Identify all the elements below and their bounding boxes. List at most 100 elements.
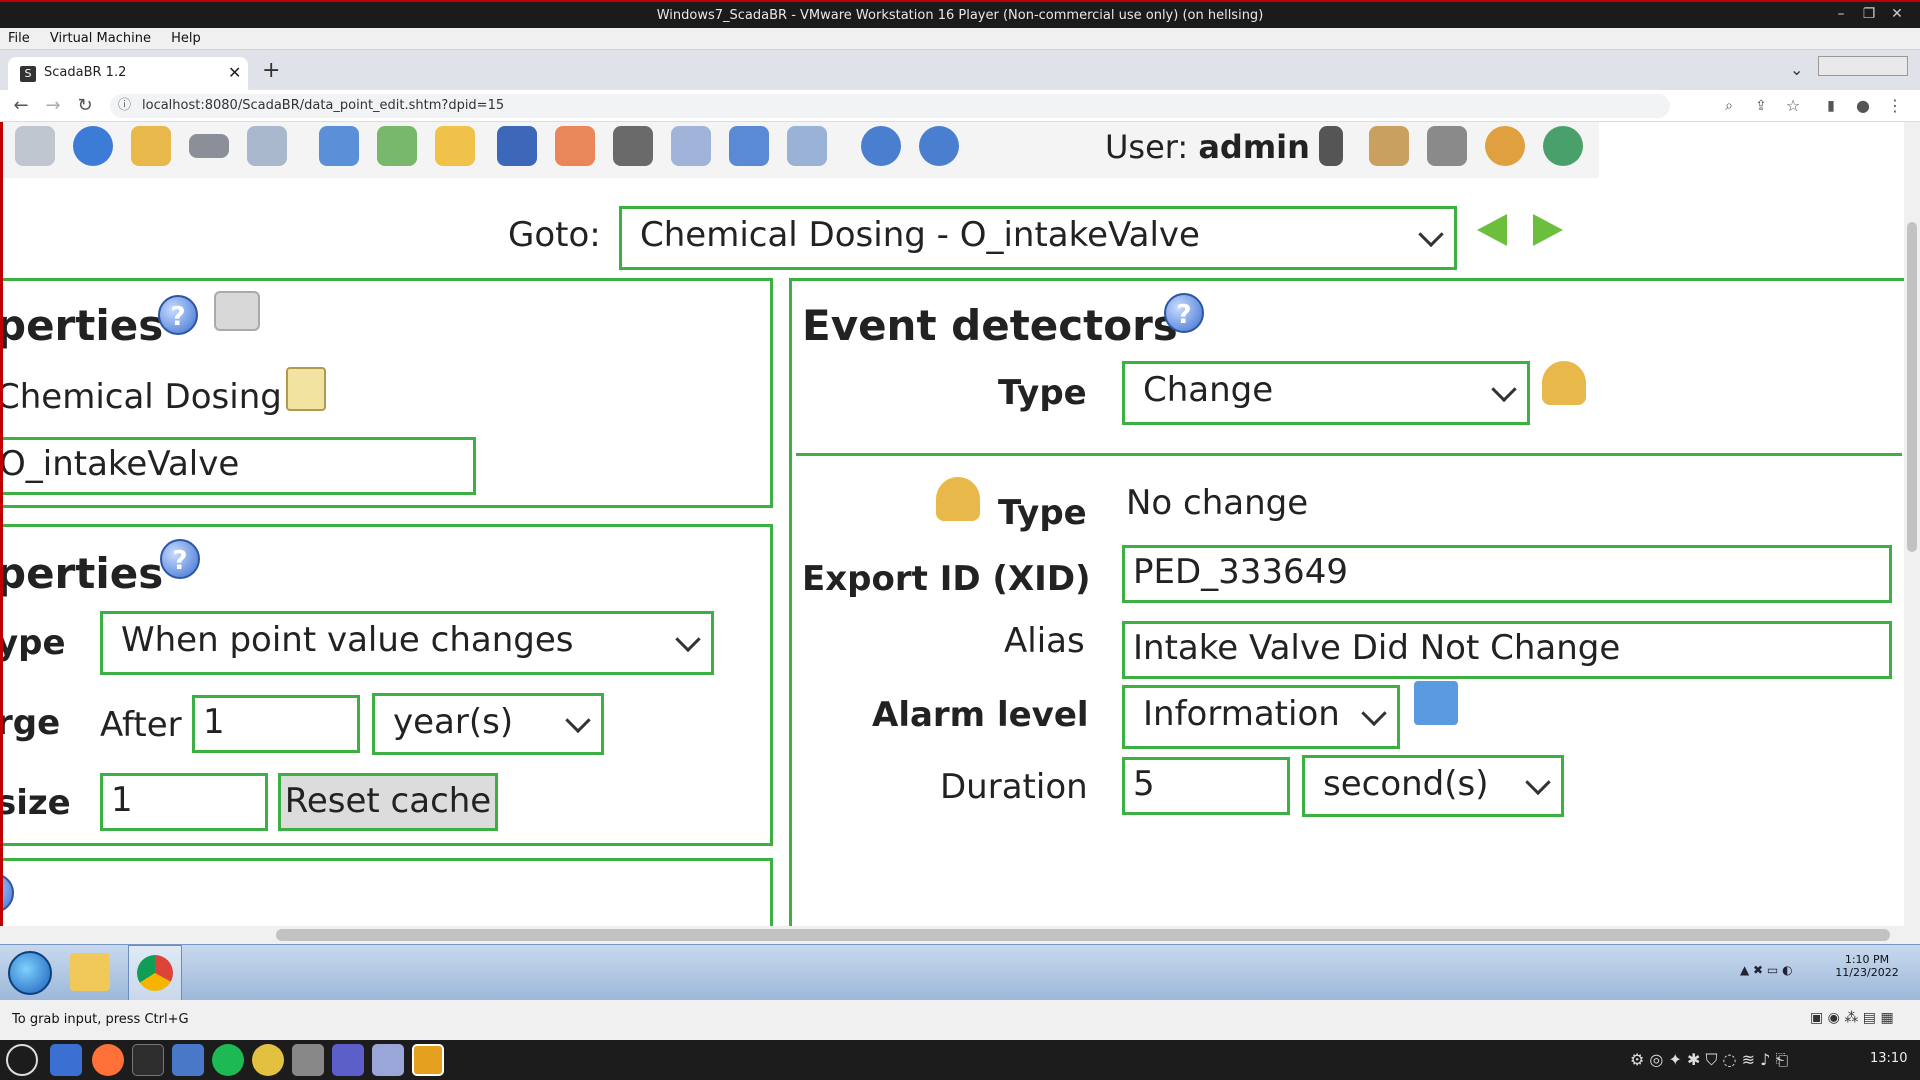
horizontal-scroll-thumb[interactable] <box>276 929 1890 941</box>
previous-arrow-icon[interactable] <box>1477 214 1507 246</box>
language-globe-icon[interactable] <box>1543 126 1583 166</box>
help-icon[interactable] <box>919 126 959 166</box>
link-icon[interactable] <box>189 134 229 158</box>
folder-icon[interactable] <box>435 126 475 166</box>
maximize-icon[interactable]: ❐ <box>1856 0 1882 28</box>
help-icon[interactable]: ? <box>1164 293 1204 333</box>
logout-icon[interactable] <box>1427 126 1467 166</box>
text-editor-icon[interactable] <box>372 1044 404 1076</box>
chevron-down-icon <box>675 626 701 653</box>
clock-icon[interactable] <box>73 126 113 166</box>
users-icon[interactable] <box>319 126 359 166</box>
duration-value: 5 <box>1133 764 1155 804</box>
stop-icon[interactable] <box>861 126 901 166</box>
home-icon[interactable] <box>1369 126 1409 166</box>
report-icon[interactable] <box>497 126 537 166</box>
watchlist-icon[interactable] <box>15 126 55 166</box>
tab-close-icon[interactable]: ✕ <box>228 63 241 82</box>
next-arrow-icon[interactable] <box>1533 214 1563 246</box>
terminal-icon[interactable] <box>132 1044 164 1076</box>
script-icon[interactable] <box>787 126 827 166</box>
minimize-icon[interactable]: – <box>1828 0 1854 28</box>
alias-input[interactable]: Intake Valve Did Not Change <box>1122 621 1892 679</box>
list-icon[interactable] <box>671 126 711 166</box>
tools-icon[interactable] <box>613 126 653 166</box>
tray-icons[interactable]: ▲ ✖ ▭ ◐ <box>1740 963 1793 977</box>
point-name-input[interactable]: O_intakeValve <box>3 437 476 495</box>
menu-dots-icon[interactable]: ⋮ <box>1882 94 1908 118</box>
duration-input[interactable]: 5 <box>1122 757 1290 815</box>
inner-window-controls[interactable] <box>1818 56 1908 76</box>
vertical-scrollbar[interactable] <box>1904 122 1920 944</box>
purge-unit-select[interactable]: year(s) <box>372 693 604 755</box>
files-icon[interactable] <box>172 1044 204 1076</box>
edit-pencil-icon[interactable] <box>286 367 326 411</box>
vertical-scroll-thumb[interactable] <box>1907 222 1917 552</box>
detector-type-label: Type <box>998 493 1087 533</box>
address-bar[interactable]: ⓘ localhost:8080/ScadaBR/data_point_edit… <box>110 94 1670 118</box>
help-icon[interactable]: ? <box>160 539 200 579</box>
chrome-taskbar-button[interactable] <box>128 945 182 1001</box>
divider <box>796 453 1902 456</box>
publisher-icon[interactable] <box>555 126 595 166</box>
host-clock[interactable]: 13:10 <box>1870 1051 1907 1066</box>
windows-start-icon[interactable] <box>8 951 52 995</box>
purge-label: rge <box>0 703 61 743</box>
show-desktop-icon[interactable] <box>50 1044 82 1076</box>
gear-box-icon[interactable] <box>214 291 260 331</box>
menu-file[interactable]: File <box>0 28 38 50</box>
new-tab-icon[interactable]: + <box>262 58 280 83</box>
mute-icon[interactable] <box>1319 126 1343 166</box>
grab-input-hint: To grab input, press Ctrl+G <box>12 1012 189 1027</box>
menu-help[interactable]: Help <box>163 28 209 50</box>
duration-unit-select[interactable]: second(s) <box>1302 755 1564 817</box>
share-icon[interactable]: ⇪ <box>1748 94 1774 118</box>
reset-cache-button[interactable]: Reset cache <box>278 773 498 831</box>
browser-tab[interactable]: S ScadaBR 1.2 ✕ <box>8 57 248 90</box>
device-status-icons[interactable]: ▣ ◉ ⁂ ▤ ▦ <box>1810 1010 1894 1026</box>
alarm-level-select[interactable]: Information <box>1122 685 1400 749</box>
import-export-icon[interactable] <box>729 126 769 166</box>
panel-title: perties <box>0 549 164 598</box>
user-permissions-icon[interactable] <box>377 126 417 166</box>
close-icon[interactable]: ✕ <box>1884 0 1910 28</box>
horizontal-scrollbar[interactable] <box>0 926 1904 944</box>
zoom-icon[interactable]: ⌕ <box>1716 94 1742 118</box>
firefox-icon[interactable] <box>92 1044 124 1076</box>
menu-virtual-machine[interactable]: Virtual Machine <box>42 28 159 50</box>
mint-menu-icon[interactable] <box>6 1044 38 1076</box>
add-detector-bell-icon[interactable] <box>1542 361 1586 405</box>
vm-statusbar: To grab input, press Ctrl+G ▣ ◉ ⁂ ▤ ▦ <box>0 1000 1920 1040</box>
explorer-folder-icon[interactable] <box>70 953 110 991</box>
chevron-down-icon <box>1525 769 1551 796</box>
delete-detector-bell-icon[interactable] <box>936 477 980 521</box>
alarm-level-value: Information <box>1143 694 1340 734</box>
detector-type-select[interactable]: Change <box>1122 361 1530 425</box>
chrome-icon <box>137 955 173 991</box>
teams-icon[interactable] <box>332 1044 364 1076</box>
palette-icon[interactable] <box>1485 126 1525 166</box>
sidepanel-icon[interactable]: ▮ <box>1818 94 1844 118</box>
tab-search-chevron-icon[interactable]: ⌄ <box>1790 60 1803 79</box>
back-icon[interactable]: ← <box>8 94 34 118</box>
bookmark-star-icon[interactable]: ☆ <box>1780 94 1806 118</box>
logging-type-select[interactable]: When point value changes <box>100 611 714 675</box>
info-icon[interactable]: ⓘ <box>118 94 131 118</box>
forward-icon[interactable]: → <box>40 94 66 118</box>
goto-select[interactable]: Chemical Dosing - O_intakeValve <box>619 206 1457 270</box>
reload-icon[interactable]: ↻ <box>72 94 98 118</box>
cache-size-input[interactable]: 1 <box>100 773 268 831</box>
win7-clock[interactable]: 1:10 PM 11/23/2022 <box>1822 953 1912 979</box>
app-icon[interactable] <box>252 1044 284 1076</box>
vmware-icon[interactable] <box>412 1044 444 1076</box>
qr-app-icon[interactable] <box>292 1044 324 1076</box>
help-icon[interactable]: ? <box>158 295 198 335</box>
spotify-icon[interactable] <box>212 1044 244 1076</box>
alarm-bell-icon[interactable] <box>131 126 171 166</box>
help-icon[interactable]: ? <box>3 873 14 913</box>
profile-icon[interactable]: ● <box>1850 94 1876 118</box>
purge-period-input[interactable]: 1 <box>192 695 360 753</box>
xid-input[interactable]: PED_333649 <box>1122 545 1892 603</box>
host-tray-icons[interactable]: ⚙ ◎ ✦ ✱ ⛉ ◌ ≋ ♪ ⎗ <box>1630 1050 1788 1070</box>
datasource-icon[interactable] <box>247 126 287 166</box>
